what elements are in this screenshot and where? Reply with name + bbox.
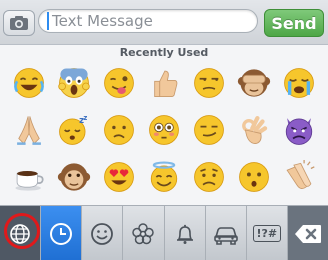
svg-text:z: z [83, 114, 87, 122]
see-no-evil-monkey[interactable] [237, 66, 271, 100]
clock-icon [50, 222, 73, 245]
unamused-face[interactable] [192, 66, 226, 100]
camera-icon [10, 16, 28, 30]
symbols-icon: !?# [252, 225, 282, 242]
recent-tab[interactable] [41, 206, 83, 260]
hot-beverage[interactable] [12, 160, 46, 194]
heart-eyes-face[interactable] [102, 160, 136, 194]
ok-hand[interactable] [237, 113, 271, 147]
sleeping-face[interactable]: z z [57, 113, 91, 147]
message-placeholder: Text Message [52, 12, 153, 30]
emoji-keyboard-screen: Text Message Send Recently Used z z !?# [0, 0, 328, 260]
camera-button[interactable] [3, 10, 35, 36]
objects-tab[interactable] [165, 206, 206, 260]
crying-face[interactable] [282, 66, 316, 100]
hushed-face[interactable] [237, 160, 271, 194]
flower-icon [132, 222, 155, 244]
smiley-icon [91, 222, 114, 245]
smileys-tab[interactable] [82, 206, 124, 260]
thumbs-up[interactable] [147, 66, 181, 100]
smirking-face[interactable] [192, 113, 226, 147]
keyboard-switch-button[interactable] [0, 206, 42, 260]
highlight-circle [4, 213, 40, 249]
angry-devil[interactable] [282, 113, 316, 147]
delete-button[interactable] [287, 206, 328, 260]
symbols-tab[interactable]: !?# [247, 206, 288, 260]
places-tab[interactable] [206, 206, 247, 260]
emoji-grid: z z [6, 60, 322, 200]
worried-face[interactable] [192, 160, 226, 194]
section-title: Recently Used [119, 46, 209, 59]
clapping-hands[interactable] [282, 159, 316, 194]
bell-icon [176, 224, 193, 244]
monkey-face[interactable] [57, 160, 91, 194]
car-icon [213, 226, 238, 245]
smiling-face-with-halo[interactable] [147, 160, 181, 194]
message-bar: Text Message Send [0, 0, 328, 45]
nature-tab[interactable] [123, 206, 165, 260]
winking-tongue-face[interactable] [102, 66, 136, 100]
send-button[interactable]: Send [264, 9, 324, 37]
delete-icon [294, 224, 321, 243]
folded-hands[interactable] [12, 113, 46, 147]
face-with-tears-of-joy[interactable] [12, 66, 46, 100]
confused-face[interactable] [102, 113, 136, 147]
text-cursor [47, 12, 49, 30]
flushed-face[interactable] [147, 113, 181, 147]
message-input[interactable]: Text Message [38, 9, 258, 33]
screaming-face[interactable] [57, 66, 91, 100]
emoji-category-bar: !?# [0, 205, 328, 260]
